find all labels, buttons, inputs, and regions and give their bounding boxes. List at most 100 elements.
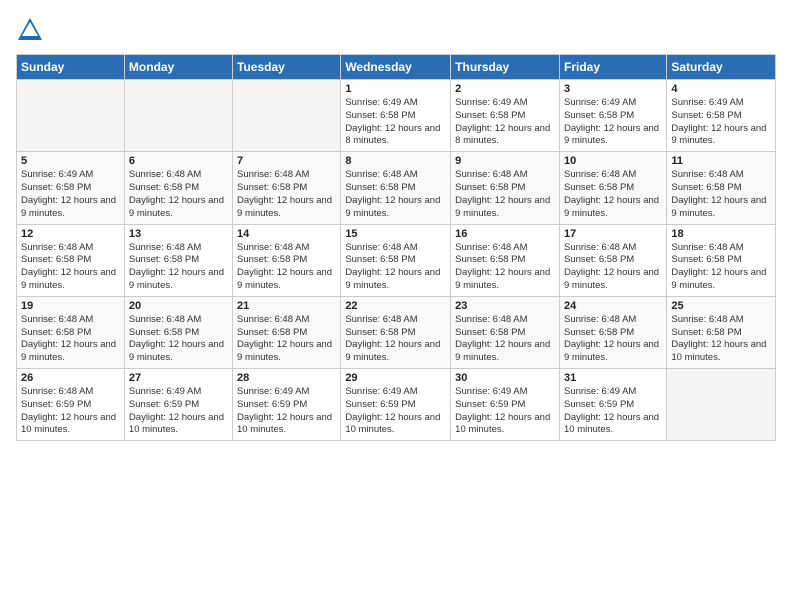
- weekday-header-thursday: Thursday: [451, 55, 560, 80]
- calendar-cell: 24 Sunrise: 6:48 AM Sunset: 6:58 PM Dayli…: [559, 296, 666, 368]
- calendar-cell: 27 Sunrise: 6:49 AM Sunset: 6:59 PM Dayli…: [124, 369, 232, 441]
- day-number: 11: [671, 155, 771, 167]
- day-info: Sunrise: 6:48 AM Sunset: 6:58 PM Dayligh…: [21, 242, 120, 293]
- logo: [16, 16, 48, 44]
- calendar-cell: 19 Sunrise: 6:48 AM Sunset: 6:58 PM Dayli…: [17, 296, 125, 368]
- calendar-cell: 25 Sunrise: 6:48 AM Sunset: 6:58 PM Dayli…: [667, 296, 776, 368]
- weekday-header-monday: Monday: [124, 55, 232, 80]
- calendar-cell: 21 Sunrise: 6:48 AM Sunset: 6:58 PM Dayli…: [233, 296, 341, 368]
- calendar-cell: 31 Sunrise: 6:49 AM Sunset: 6:59 PM Dayli…: [559, 369, 666, 441]
- day-info: Sunrise: 6:48 AM Sunset: 6:58 PM Dayligh…: [345, 314, 446, 365]
- weekday-header-wednesday: Wednesday: [341, 55, 451, 80]
- day-info: Sunrise: 6:48 AM Sunset: 6:58 PM Dayligh…: [237, 169, 336, 220]
- day-info: Sunrise: 6:48 AM Sunset: 6:58 PM Dayligh…: [21, 314, 120, 365]
- day-number: 23: [455, 300, 555, 312]
- day-info: Sunrise: 6:49 AM Sunset: 6:59 PM Dayligh…: [345, 386, 446, 437]
- calendar-cell: 16 Sunrise: 6:48 AM Sunset: 6:58 PM Dayli…: [451, 224, 560, 296]
- day-number: 31: [564, 372, 662, 384]
- day-info: Sunrise: 6:48 AM Sunset: 6:58 PM Dayligh…: [564, 314, 662, 365]
- day-info: Sunrise: 6:49 AM Sunset: 6:58 PM Dayligh…: [455, 97, 555, 148]
- calendar-cell: 4 Sunrise: 6:49 AM Sunset: 6:58 PM Daylig…: [667, 80, 776, 152]
- day-number: 12: [21, 228, 120, 240]
- calendar-cell: 13 Sunrise: 6:48 AM Sunset: 6:58 PM Dayli…: [124, 224, 232, 296]
- day-info: Sunrise: 6:49 AM Sunset: 6:59 PM Dayligh…: [129, 386, 228, 437]
- day-info: Sunrise: 6:49 AM Sunset: 6:59 PM Dayligh…: [564, 386, 662, 437]
- day-number: 25: [671, 300, 771, 312]
- day-number: 13: [129, 228, 228, 240]
- day-number: 7: [237, 155, 336, 167]
- day-info: Sunrise: 6:49 AM Sunset: 6:58 PM Dayligh…: [671, 97, 771, 148]
- calendar-cell: 11 Sunrise: 6:48 AM Sunset: 6:58 PM Dayli…: [667, 152, 776, 224]
- day-info: Sunrise: 6:48 AM Sunset: 6:58 PM Dayligh…: [345, 242, 446, 293]
- calendar-cell: 8 Sunrise: 6:48 AM Sunset: 6:58 PM Daylig…: [341, 152, 451, 224]
- day-info: Sunrise: 6:48 AM Sunset: 6:58 PM Dayligh…: [671, 314, 771, 365]
- weekday-header-friday: Friday: [559, 55, 666, 80]
- day-info: Sunrise: 6:48 AM Sunset: 6:58 PM Dayligh…: [129, 314, 228, 365]
- weekday-header-saturday: Saturday: [667, 55, 776, 80]
- day-number: 21: [237, 300, 336, 312]
- day-info: Sunrise: 6:48 AM Sunset: 6:58 PM Dayligh…: [671, 242, 771, 293]
- day-number: 17: [564, 228, 662, 240]
- day-number: 19: [21, 300, 120, 312]
- calendar-cell: [124, 80, 232, 152]
- day-info: Sunrise: 6:48 AM Sunset: 6:58 PM Dayligh…: [564, 169, 662, 220]
- calendar-cell: 17 Sunrise: 6:48 AM Sunset: 6:58 PM Dayli…: [559, 224, 666, 296]
- weekday-header-sunday: Sunday: [17, 55, 125, 80]
- day-number: 2: [455, 83, 555, 95]
- day-number: 28: [237, 372, 336, 384]
- day-info: Sunrise: 6:49 AM Sunset: 6:58 PM Dayligh…: [345, 97, 446, 148]
- day-info: Sunrise: 6:48 AM Sunset: 6:59 PM Dayligh…: [21, 386, 120, 437]
- day-number: 4: [671, 83, 771, 95]
- day-info: Sunrise: 6:48 AM Sunset: 6:58 PM Dayligh…: [129, 169, 228, 220]
- day-number: 16: [455, 228, 555, 240]
- calendar-cell: 3 Sunrise: 6:49 AM Sunset: 6:58 PM Daylig…: [559, 80, 666, 152]
- day-number: 18: [671, 228, 771, 240]
- day-number: 5: [21, 155, 120, 167]
- calendar-cell: 18 Sunrise: 6:48 AM Sunset: 6:58 PM Dayli…: [667, 224, 776, 296]
- day-info: Sunrise: 6:49 AM Sunset: 6:58 PM Dayligh…: [564, 97, 662, 148]
- day-info: Sunrise: 6:48 AM Sunset: 6:58 PM Dayligh…: [455, 242, 555, 293]
- week-row-4: 19 Sunrise: 6:48 AM Sunset: 6:58 PM Dayli…: [17, 296, 776, 368]
- day-number: 29: [345, 372, 446, 384]
- day-info: Sunrise: 6:48 AM Sunset: 6:58 PM Dayligh…: [455, 169, 555, 220]
- day-info: Sunrise: 6:48 AM Sunset: 6:58 PM Dayligh…: [237, 314, 336, 365]
- calendar-cell: 10 Sunrise: 6:48 AM Sunset: 6:58 PM Dayli…: [559, 152, 666, 224]
- day-number: 26: [21, 372, 120, 384]
- calendar-cell: 2 Sunrise: 6:49 AM Sunset: 6:58 PM Daylig…: [451, 80, 560, 152]
- calendar-cell: 14Sunrise: 6:48 AM Sunset: 6:58 PM Dayli…: [233, 224, 341, 296]
- logo-icon: [16, 16, 44, 44]
- day-info: Sunrise: 6:49 AM Sunset: 6:59 PM Dayligh…: [455, 386, 555, 437]
- calendar-cell: 6 Sunrise: 6:48 AM Sunset: 6:58 PM Daylig…: [124, 152, 232, 224]
- day-info: Sunrise: 6:48 AM Sunset: 6:58 PM Dayligh…: [455, 314, 555, 365]
- calendar-cell: [667, 369, 776, 441]
- day-number: 10: [564, 155, 662, 167]
- calendar-cell: 1 Sunrise: 6:49 AM Sunset: 6:58 PM Daylig…: [341, 80, 451, 152]
- day-info: Sunrise: 6:48 AM Sunset: 6:58 PM Dayligh…: [345, 169, 446, 220]
- day-number: 1: [345, 83, 446, 95]
- day-number: 3: [564, 83, 662, 95]
- page: SundayMondayTuesdayWednesdayThursdayFrid…: [0, 0, 792, 612]
- weekday-header-row: SundayMondayTuesdayWednesdayThursdayFrid…: [17, 55, 776, 80]
- week-row-3: 12 Sunrise: 6:48 AM Sunset: 6:58 PM Dayli…: [17, 224, 776, 296]
- calendar-cell: 30 Sunrise: 6:49 AM Sunset: 6:59 PM Dayli…: [451, 369, 560, 441]
- day-info: Sunrise: 6:48 AM Sunset: 6:58 PM Dayligh…: [671, 169, 771, 220]
- day-info: Sunrise: 6:48 AM Sunset: 6:58 PM Dayligh…: [129, 242, 228, 293]
- calendar-cell: 28 Sunrise: 6:49 AM Sunset: 6:59 PM Dayli…: [233, 369, 341, 441]
- day-info: Sunrise: 6:49 AM Sunset: 6:59 PM Dayligh…: [237, 386, 336, 437]
- day-info: Sunrise: 6:49 AM Sunset: 6:58 PM Dayligh…: [21, 169, 120, 220]
- week-row-1: 1 Sunrise: 6:49 AM Sunset: 6:58 PM Daylig…: [17, 80, 776, 152]
- day-number: 9: [455, 155, 555, 167]
- calendar-cell: 20 Sunrise: 6:48 AM Sunset: 6:58 PM Dayli…: [124, 296, 232, 368]
- day-info: Sunrise: 6:48 AM Sunset: 6:58 PM Dayligh…: [564, 242, 662, 293]
- day-number: 6: [129, 155, 228, 167]
- day-number: 27: [129, 372, 228, 384]
- day-number: 24: [564, 300, 662, 312]
- header: [16, 16, 776, 44]
- weekday-header-tuesday: Tuesday: [233, 55, 341, 80]
- day-number: 22: [345, 300, 446, 312]
- day-number: 8: [345, 155, 446, 167]
- day-number: 30: [455, 372, 555, 384]
- calendar-cell: [17, 80, 125, 152]
- day-number: 20: [129, 300, 228, 312]
- week-row-5: 26 Sunrise: 6:48 AM Sunset: 6:59 PM Dayli…: [17, 369, 776, 441]
